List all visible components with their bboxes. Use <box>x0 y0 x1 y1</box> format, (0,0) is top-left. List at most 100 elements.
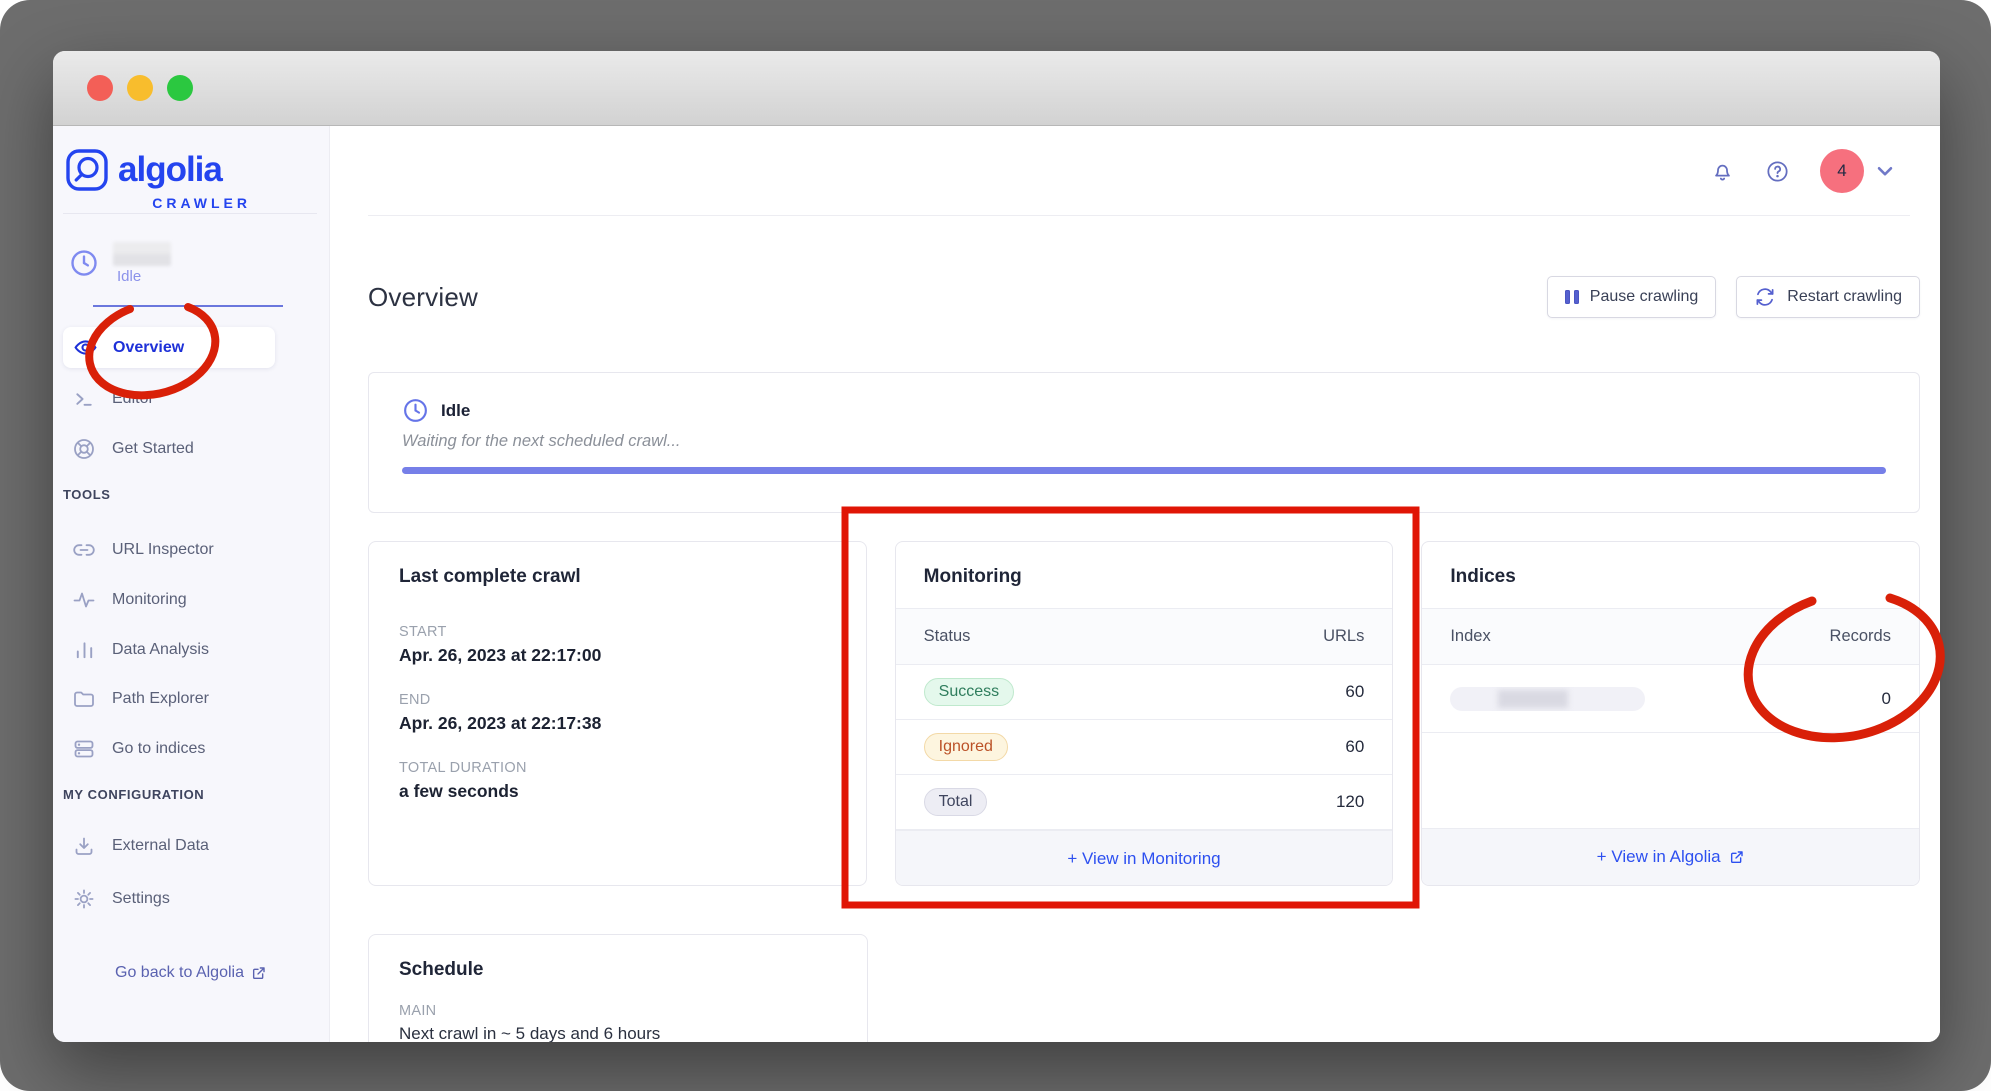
sidebar: algolia CRAWLER Idle <box>53 126 330 1042</box>
view-in-algolia-label: + View in Algolia <box>1597 847 1721 867</box>
row-value: 60 <box>1345 737 1364 757</box>
app-window: algolia CRAWLER Idle <box>53 51 1940 1042</box>
sidebar-item-label: Data Analysis <box>112 641 209 659</box>
card-title: Last complete crawl <box>399 566 581 588</box>
sidebar-item-path-explorer[interactable]: Path Explorer <box>53 679 329 719</box>
avatar-count: 4 <box>1837 161 1846 181</box>
field-label-end: END <box>399 692 836 708</box>
notifications-bell-icon[interactable] <box>1710 159 1735 184</box>
sidebar-item-label: Editor <box>112 390 154 408</box>
sidebar-item-url-inspector[interactable]: URL Inspector <box>53 530 329 570</box>
card-title: Indices <box>1450 566 1515 588</box>
activity-icon <box>71 588 97 612</box>
eye-icon <box>72 335 98 360</box>
window-titlebar[interactable] <box>53 51 1940 126</box>
account-menu[interactable]: 4 <box>1820 149 1898 193</box>
redacted-crawler-name <box>113 242 171 266</box>
sidebar-item-label: Path Explorer <box>112 690 209 708</box>
sidebar-item-label: Monitoring <box>112 591 187 609</box>
pause-icon <box>1565 290 1579 304</box>
view-in-algolia-link[interactable]: + View in Algolia <box>1422 828 1919 885</box>
restart-crawling-button[interactable]: Restart crawling <box>1736 276 1920 318</box>
sidebar-item-get-started[interactable]: Get Started <box>53 429 329 469</box>
monitoring-table-header: Status URLs <box>896 608 1393 665</box>
chevron-down-icon <box>1872 158 1898 184</box>
sidebar-section-my-configuration: MY CONFIGURATION <box>63 787 204 802</box>
pause-crawling-label: Pause crawling <box>1590 288 1699 306</box>
zoom-window-button[interactable] <box>167 75 193 101</box>
status-title: Idle <box>441 401 470 421</box>
sidebar-item-label: Go to indices <box>112 740 205 758</box>
table-row: Success 60 <box>896 665 1393 720</box>
refresh-icon <box>1754 286 1776 308</box>
sidebar-item-label: Settings <box>112 890 170 908</box>
schedule-card: Schedule MAIN Next crawl in ~ 5 days and… <box>368 934 868 1042</box>
field-value-end: Apr. 26, 2023 at 22:17:38 <box>399 713 836 734</box>
monitoring-card: Monitoring Status URLs Success 60 Ignore… <box>895 541 1394 886</box>
clock-icon <box>69 248 99 278</box>
page-title: Overview <box>368 282 478 313</box>
schedule-next-crawl: Next crawl in ~ 5 days and 6 hours <box>399 1024 837 1042</box>
link-icon <box>71 538 97 562</box>
crawler-status-label: Idle <box>117 268 141 285</box>
folder-icon <box>71 687 97 711</box>
records-count: 0 <box>1882 689 1891 709</box>
sidebar-item-label: Overview <box>113 339 184 357</box>
status-subtitle: Waiting for the next scheduled crawl... <box>402 432 1886 451</box>
table-row: 0 <box>1422 665 1919 733</box>
brand-product-label: CRAWLER <box>65 195 251 211</box>
main-area: 4 Overview Pause crawling <box>330 126 1940 1042</box>
column-index: Index <box>1450 627 1490 646</box>
terminal-icon <box>71 388 97 411</box>
crawler-divider <box>93 305 283 307</box>
minimize-window-button[interactable] <box>127 75 153 101</box>
sidebar-item-editor[interactable]: Editor <box>53 379 329 419</box>
close-window-button[interactable] <box>87 75 113 101</box>
go-back-to-algolia-link[interactable]: Go back to Algolia <box>53 964 329 982</box>
sidebar-item-data-analysis[interactable]: Data Analysis <box>53 630 329 670</box>
idle-progress-bar <box>402 467 1886 474</box>
field-value-duration: a few seconds <box>399 781 836 802</box>
field-value-start: Apr. 26, 2023 at 22:17:00 <box>399 645 836 666</box>
view-in-monitoring-label: + View in Monitoring <box>1067 849 1220 869</box>
table-row: Total 120 <box>896 775 1393 830</box>
sidebar-divider <box>63 213 317 214</box>
restart-crawling-label: Restart crawling <box>1787 288 1902 306</box>
page-content: Overview Pause crawling <box>330 216 1940 1042</box>
sidebar-item-go-to-indices[interactable]: Go to indices <box>53 729 329 769</box>
sidebar-item-overview[interactable]: Overview <box>63 327 275 368</box>
table-row: Ignored 60 <box>896 720 1393 775</box>
gear-icon <box>71 887 97 911</box>
redacted-index-name <box>1450 687 1645 711</box>
pause-crawling-button[interactable]: Pause crawling <box>1547 276 1717 318</box>
main-header: 4 <box>330 126 1940 216</box>
external-link-icon <box>251 965 267 981</box>
row-value: 60 <box>1345 682 1364 702</box>
server-stack-icon <box>71 737 97 761</box>
bar-chart-icon <box>71 639 97 662</box>
indices-table-header: Index Records <box>1422 608 1919 665</box>
status-badge-ignored: Ignored <box>924 733 1008 761</box>
indices-card: Indices Index Records 0 + View in Algoli… <box>1421 541 1920 886</box>
column-urls: URLs <box>1323 627 1364 646</box>
external-link-icon <box>1729 849 1745 865</box>
column-records: Records <box>1830 627 1891 646</box>
help-icon[interactable] <box>1765 159 1790 184</box>
status-badge-total: Total <box>924 788 988 816</box>
view-in-monitoring-link[interactable]: + View in Monitoring <box>896 830 1393 886</box>
field-label-start: START <box>399 624 836 640</box>
row-value: 120 <box>1336 792 1364 812</box>
clock-icon <box>402 397 429 424</box>
sidebar-item-external-data[interactable]: External Data <box>53 826 329 866</box>
card-title: Monitoring <box>924 566 1022 588</box>
brand: algolia CRAWLER <box>65 148 251 211</box>
download-icon <box>71 834 97 858</box>
sidebar-item-settings[interactable]: Settings <box>53 879 329 919</box>
brand-wordmark: algolia <box>118 150 222 190</box>
sidebar-item-monitoring[interactable]: Monitoring <box>53 580 329 620</box>
last-complete-crawl-card: Last complete crawl START Apr. 26, 2023 … <box>368 541 867 886</box>
avatar: 4 <box>1820 149 1864 193</box>
lifebuoy-icon <box>71 437 97 461</box>
schedule-main-label: MAIN <box>399 1003 837 1019</box>
sidebar-item-label: URL Inspector <box>112 541 214 559</box>
